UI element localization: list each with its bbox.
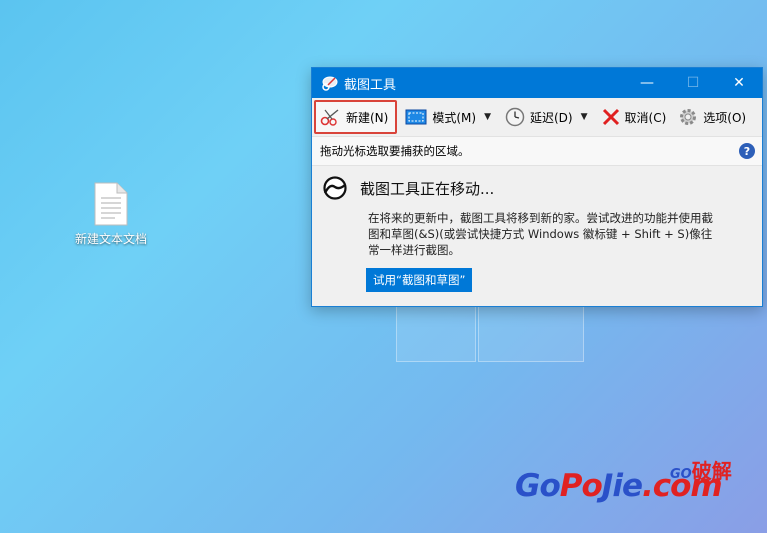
gear-icon (680, 109, 697, 125)
desktop-logo-pane (478, 300, 584, 362)
mode-button[interactable]: 模式(M) ▼ (401, 102, 501, 132)
mode-dropdown-icon[interactable]: ▼ (484, 112, 491, 122)
close-button[interactable]: ✕ (716, 68, 762, 98)
rectangle-mode-icon (405, 109, 427, 125)
watermark: GoPoJie.com (515, 468, 723, 504)
desktop-logo-pane (396, 305, 476, 362)
options-button[interactable]: 选项(O) (674, 102, 750, 132)
minimize-button[interactable]: — (624, 68, 670, 98)
red-x-icon (602, 108, 619, 126)
desktop-file-icon[interactable]: 新建文本文档 (66, 182, 156, 247)
snip-and-sketch-icon (323, 176, 347, 200)
clock-icon (505, 107, 525, 127)
snipping-tool-app-icon (322, 76, 338, 91)
help-icon[interactable]: ? (739, 143, 755, 159)
new-snip-label: 新建(N) (346, 110, 389, 125)
window-title: 截图工具 (344, 77, 397, 93)
moving-notice: 截图工具正在移动... 在将来的更新中，截图工具将移到新的家。尝试改进的功能并使… (312, 166, 762, 292)
notice-title: 截图工具正在移动... (360, 179, 495, 198)
try-snip-sketch-button[interactable]: 试用“截图和草图” (366, 268, 473, 292)
maximize-button[interactable]: ☐ (670, 68, 716, 98)
options-label: 选项(O) (703, 110, 747, 125)
mode-label: 模式(M) (432, 110, 477, 125)
scissors-icon (320, 109, 339, 126)
snipping-tool-window: 截图工具 — ☐ ✕ 新建(N) 模式(M) ▼ 延迟(D) ▼ 取消(C) 选… (311, 67, 763, 307)
cancel-button[interactable]: 取消(C) (598, 102, 671, 132)
delay-label: 延迟(D) (529, 110, 573, 125)
title-bar[interactable]: 截图工具 — ☐ ✕ (312, 68, 762, 98)
notice-body: 在将来的更新中，截图工具将移到新的家。尝试改进的功能并使用截图和草图(&S)(或… (368, 211, 713, 257)
instruction-text: 拖动光标选取要捕获的区域。 (320, 144, 470, 158)
cancel-label: 取消(C) (624, 110, 667, 125)
instruction-bar: 拖动光标选取要捕获的区域。 ? (312, 136, 762, 166)
delay-dropdown-icon[interactable]: ▼ (581, 112, 588, 122)
text-file-icon (94, 182, 128, 226)
new-snip-button[interactable]: 新建(N) (314, 100, 398, 134)
desktop-file-label: 新建文本文档 (74, 232, 147, 246)
delay-button[interactable]: 延迟(D) ▼ (501, 102, 598, 132)
toolbar: 新建(N) 模式(M) ▼ 延迟(D) ▼ 取消(C) 选项(O) (312, 98, 762, 136)
